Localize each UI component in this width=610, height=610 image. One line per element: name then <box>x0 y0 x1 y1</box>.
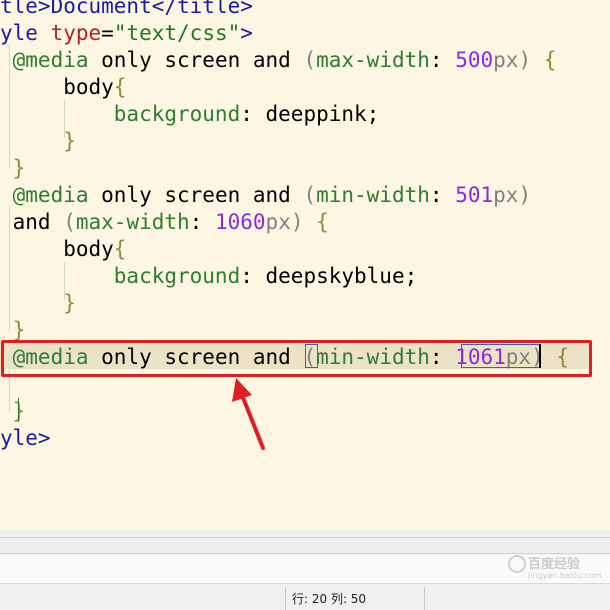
code-token: yle <box>0 21 51 45</box>
code-token: = <box>101 21 114 45</box>
code-line[interactable]: @media only screen and (max-width: 500px… <box>0 47 557 74</box>
code-token: deepskyblue; <box>265 264 418 288</box>
code-token: body <box>0 237 114 261</box>
code-token: min-width <box>316 183 430 207</box>
code-token: @media <box>0 183 89 207</box>
code-token: { <box>113 237 127 261</box>
code-token: : <box>189 210 215 234</box>
code-token: ) <box>290 210 317 234</box>
indent-guide <box>9 45 10 169</box>
text-caret-secondary <box>18 398 19 422</box>
code-token: } <box>0 156 26 180</box>
code-token: type <box>50 21 102 45</box>
code-line[interactable]: body{ <box>0 236 126 263</box>
code-token: only screen and <box>88 48 304 72</box>
code-token: "text/css" <box>113 21 241 45</box>
code-line[interactable]: background: deeppink; <box>0 101 380 128</box>
code-token: @media <box>0 48 89 72</box>
indent-guide <box>64 100 65 138</box>
code-token: 500 <box>455 48 494 72</box>
code-token: px <box>493 48 519 72</box>
indent-guide <box>64 262 65 300</box>
code-token: deeppink; <box>265 102 380 126</box>
code-line[interactable]: background: deepskyblue; <box>0 263 417 290</box>
code-token: { <box>316 210 329 234</box>
code-token: ( <box>303 183 317 207</box>
code-token: } <box>0 318 26 342</box>
code-token: only screen and <box>88 183 304 207</box>
code-line[interactable]: tle>Document</title> <box>0 0 253 20</box>
watermark-sub-text: jingyan.baidu.com <box>528 571 602 580</box>
annotation-highlight-box <box>1 340 592 377</box>
watermark-main-text: 百度经验 <box>528 557 581 572</box>
code-token: tle>Document</title> <box>0 0 253 18</box>
code-token: } <box>0 399 26 423</box>
code-token: : <box>240 264 266 288</box>
code-token: : <box>240 102 266 126</box>
code-token: 1060 <box>214 210 266 234</box>
code-editor[interactable]: tle>Document</title> yle type="text/css">… <box>0 0 610 530</box>
code-token: { <box>543 48 557 72</box>
code-line[interactable]: body{ <box>0 74 126 101</box>
status-separator <box>285 587 286 610</box>
code-token: ( <box>303 48 317 72</box>
code-token: ) <box>518 183 532 207</box>
code-token: max-width <box>316 48 430 72</box>
code-line[interactable]: } <box>0 155 26 182</box>
code-token: ) <box>518 48 544 72</box>
indent-guide <box>9 207 10 331</box>
code-token: 501 <box>455 183 494 207</box>
code-token: background <box>0 102 241 126</box>
code-line[interactable]: @media only screen and (min-width: 501px… <box>0 182 531 209</box>
code-token: : <box>429 183 456 207</box>
code-token: max-width <box>75 210 190 234</box>
status-separator <box>424 587 425 610</box>
code-line[interactable]: } <box>0 398 26 425</box>
code-token: : <box>429 48 456 72</box>
watermark-logo: 百度经验 jingyan.baidu.com <box>498 553 608 585</box>
code-token: yle> <box>0 426 51 450</box>
code-token: ( <box>63 210 76 234</box>
code-token: background <box>0 264 241 288</box>
code-line[interactable]: yle type="text/css"> <box>0 20 253 47</box>
horizontal-scrollbar[interactable] <box>0 537 610 554</box>
code-token: px <box>265 210 291 234</box>
cursor-position-label: 行: 20 列: 50 <box>292 592 367 606</box>
code-line[interactable]: yle> <box>0 425 51 452</box>
code-token: px <box>493 183 519 207</box>
paw-icon <box>508 555 526 573</box>
code-token: body <box>0 75 114 99</box>
code-token: > <box>240 21 253 45</box>
code-token: { <box>113 75 127 99</box>
code-line[interactable]: and (max-width: 1060px) { <box>0 209 329 236</box>
